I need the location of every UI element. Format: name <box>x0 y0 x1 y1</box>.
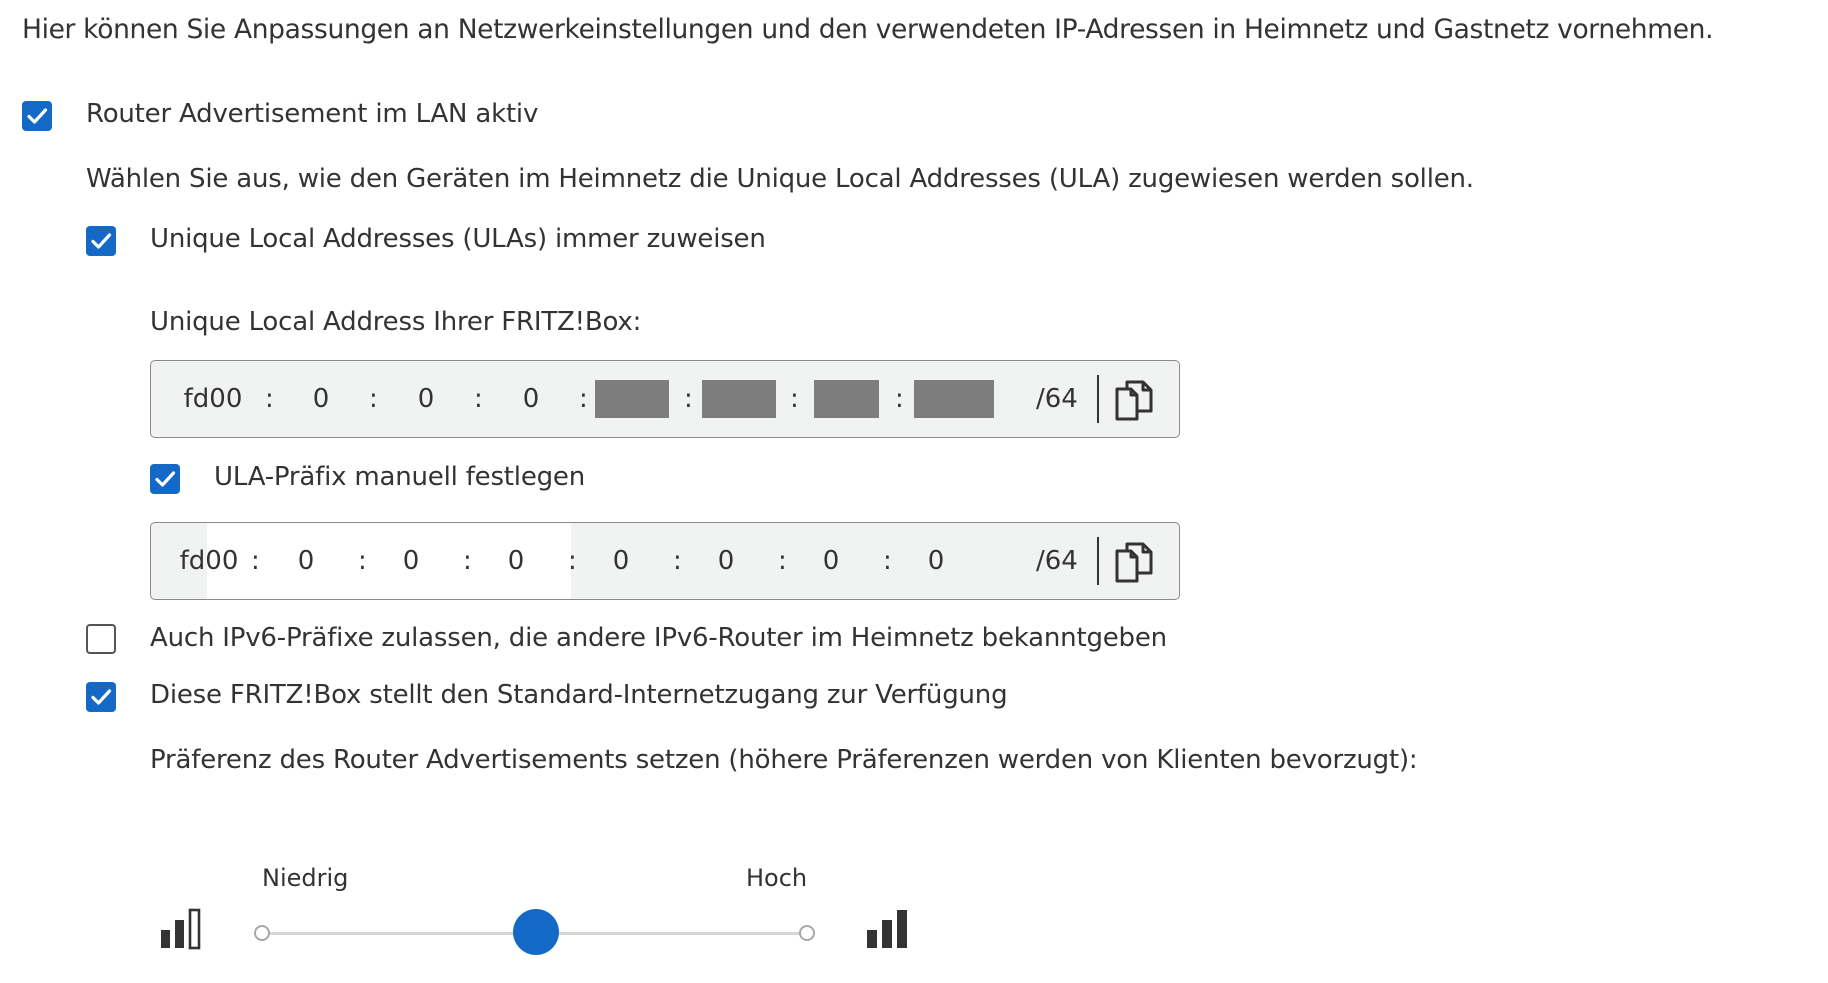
ula-address-segment-3: 0 <box>417 384 435 414</box>
ula-manual-label: ULA-Präfix manuell festlegen <box>214 462 585 492</box>
ula-prefix-field: fd00 : 0 : 0 : 0 : 0 : 0 : 0 : 0 /64 <box>150 522 1180 600</box>
colon: : <box>568 546 577 576</box>
slider-low-label: Niedrig <box>262 864 349 892</box>
colon: : <box>463 546 472 576</box>
ula-prefix-segment-6: 0 <box>717 546 735 576</box>
copy-icon <box>1115 542 1153 583</box>
signal-low-icon <box>160 908 206 950</box>
intro-text: Hier können Sie Anpassungen an Netzwerke… <box>22 14 1714 45</box>
preference-slider-thumb[interactable] <box>513 909 559 955</box>
colon: : <box>778 546 787 576</box>
ula-address-segment-4: 0 <box>522 384 540 414</box>
preference-text: Präferenz des Router Advertisements setz… <box>150 745 1418 775</box>
colon: : <box>673 546 682 576</box>
checkmark-icon <box>91 689 112 705</box>
ula-address-field: fd00 : 0 : 0 : 0 : : : : /64 <box>150 360 1180 438</box>
colon: : <box>883 546 892 576</box>
colon: : <box>579 384 588 414</box>
router-advertisement-label: Router Advertisement im LAN aktiv <box>86 99 539 129</box>
ipv6-other-routers-label: Auch IPv6-Präfixe zulassen, die andere I… <box>150 623 1167 653</box>
slider-max-stop <box>799 925 815 941</box>
default-internet-access-label: Diese FRITZ!Box stellt den Standard-Inte… <box>150 680 1008 710</box>
ula-prefix-input-2[interactable]: 0 <box>281 523 331 599</box>
ula-prefix-length: /64 <box>1036 546 1078 576</box>
colon: : <box>251 546 260 576</box>
ula-prefix-segment-8: 0 <box>927 546 945 576</box>
colon: : <box>474 384 483 414</box>
slider-min-stop <box>254 925 270 941</box>
ula-prefix-input-3[interactable]: 0 <box>386 523 436 599</box>
checkmark-icon <box>91 233 112 249</box>
copy-button[interactable] <box>1113 379 1159 423</box>
signal-high-icon <box>866 908 912 950</box>
colon: : <box>684 384 693 414</box>
ula-prefix-segment-5: 0 <box>612 546 630 576</box>
colon: : <box>895 384 904 414</box>
redacted-segment <box>702 380 776 418</box>
ula-manual-checkbox[interactable] <box>150 464 180 494</box>
field-divider <box>1097 375 1099 423</box>
ula-hint-text: Wählen Sie aus, wie den Geräten im Heimn… <box>86 164 1474 194</box>
colon: : <box>369 384 378 414</box>
ula-always-checkbox[interactable] <box>86 226 116 256</box>
slider-high-label: Hoch <box>746 864 808 892</box>
ula-always-label: Unique Local Addresses (ULAs) immer zuwe… <box>150 224 766 254</box>
redacted-segment <box>595 380 669 418</box>
router-advertisement-checkbox[interactable] <box>22 101 52 131</box>
colon: : <box>265 384 274 414</box>
ula-prefix-input-4[interactable]: 0 <box>491 523 541 599</box>
ula-address-title: Unique Local Address Ihrer FRITZ!Box: <box>150 307 642 337</box>
ula-address-prefix-length: /64 <box>1036 384 1078 414</box>
redacted-segment <box>814 380 879 418</box>
copy-icon <box>1115 380 1153 421</box>
ula-address-segment-1: fd00 <box>183 384 243 414</box>
checkmark-icon <box>155 471 176 487</box>
ula-prefix-segment-1: fd00 <box>179 546 239 576</box>
field-divider <box>1097 537 1099 585</box>
ipv6-other-routers-checkbox[interactable] <box>86 624 116 654</box>
ula-address-segment-2: 0 <box>312 384 330 414</box>
redacted-segment <box>914 380 994 418</box>
checkmark-icon <box>27 108 48 124</box>
ula-prefix-segment-7: 0 <box>822 546 840 576</box>
colon: : <box>358 546 367 576</box>
default-internet-access-checkbox[interactable] <box>86 682 116 712</box>
copy-button[interactable] <box>1113 541 1159 585</box>
colon: : <box>790 384 799 414</box>
